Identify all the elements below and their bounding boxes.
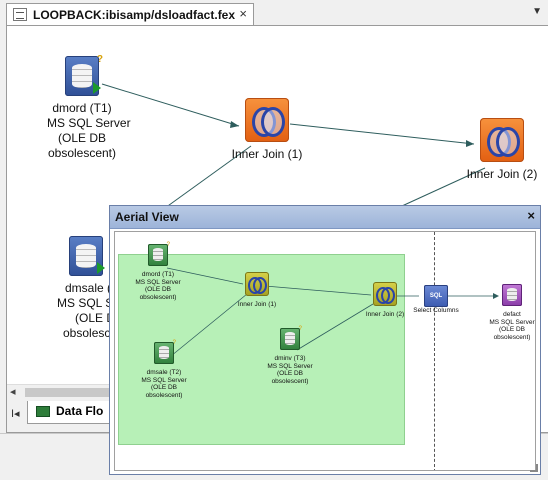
node-label: dmord (T1)	[52, 101, 112, 115]
mini-node-join2[interactable]: Inner Join (2)	[359, 282, 411, 319]
mini-node-label: (OLE DB	[150, 384, 177, 391]
mini-node-label: (OLE DB	[498, 326, 525, 333]
mini-node-target[interactable]: defact MS SQL Server (OLE DB obsolescent…	[489, 284, 535, 341]
database-table-icon	[69, 236, 105, 276]
node-label: (OLE DB	[57, 131, 106, 145]
mini-node-label: (OLE DB	[276, 370, 303, 377]
connector-join1-join2	[289, 123, 475, 145]
scrollbar-thumb[interactable]	[25, 388, 117, 397]
aerial-view-panel[interactable]: Aerial View × ? dmord (T1) MS SQL Server…	[109, 205, 541, 475]
mini-node-dminv[interactable]: ? dminv (T3) MS SQL Server (OLE DB obsol…	[265, 326, 315, 385]
tab-data-flow-label: Data Flo	[56, 404, 104, 418]
inner-join-icon	[245, 98, 289, 142]
mini-node-label: MS SQL Server	[489, 318, 535, 326]
inner-join-icon	[373, 282, 397, 306]
node-label: obsolescent)	[47, 146, 117, 160]
mini-node-label: MS SQL Server	[141, 376, 187, 384]
document-icon	[13, 8, 27, 21]
scroll-left-icon[interactable]: ◂	[10, 385, 16, 398]
key-icon: ?	[96, 54, 103, 65]
target-table-icon	[502, 284, 522, 306]
mini-node-select-columns[interactable]: SQL Select Columns	[411, 284, 461, 315]
mini-node-dmsale[interactable]: ? dmsale (T2) MS SQL Server (OLE DB obso…	[139, 340, 189, 399]
node-join2[interactable]: Inner Join (2)	[462, 118, 542, 182]
database-table-icon: ?	[280, 326, 302, 350]
horizontal-scrollbar[interactable]: ◂	[7, 384, 117, 400]
tab-list-dropdown-icon[interactable]: ▼	[532, 6, 542, 17]
node-dmord[interactable]: ? dmord (T1) MS SQL Server (OLE DB obsol…	[47, 54, 131, 161]
aerial-view-body[interactable]: ? dmord (T1) MS SQL Server (OLE DB obsol…	[114, 231, 536, 471]
sql-select-icon: SQL	[424, 285, 448, 307]
mini-node-label: dminv (T3)	[274, 355, 306, 362]
database-table-icon: ?	[154, 340, 176, 364]
node-label: Inner Join (1)	[231, 147, 303, 161]
resize-grip-icon[interactable]	[530, 464, 538, 472]
node-join1[interactable]: Inner Join (1)	[227, 98, 307, 162]
database-table-icon: ?	[65, 54, 103, 96]
node-label: Inner Join (2)	[466, 167, 538, 181]
document-tab-strip: LOOPBACK:ibisamp/dsloadfact.fex × ▼	[0, 0, 548, 26]
node-label: MS SQL Server	[47, 116, 131, 130]
mini-node-label: obsolescent)	[139, 293, 177, 301]
mini-node-label: Inner Join (2)	[365, 311, 405, 318]
database-table-icon: ?	[148, 242, 170, 266]
mini-node-label: obsolescent)	[271, 377, 309, 385]
document-tab-title: LOOPBACK:ibisamp/dsloadfact.fex	[33, 8, 236, 22]
aerial-view-title: Aerial View	[115, 210, 179, 224]
mini-node-label: MS SQL Server	[135, 278, 181, 286]
mini-node-label: obsolescent)	[493, 333, 531, 341]
mini-node-label: dmsale (T2)	[146, 369, 182, 376]
first-tab-icon[interactable]: I◂	[11, 407, 20, 420]
document-tab[interactable]: LOOPBACK:ibisamp/dsloadfact.fex ×	[6, 3, 254, 25]
data-flow-icon	[36, 406, 50, 417]
mini-node-label: (OLE DB	[144, 286, 171, 293]
mini-node-label: obsolescent)	[145, 391, 183, 399]
close-tab-icon[interactable]: ×	[239, 6, 247, 21]
mini-node-label: MS SQL Server	[267, 362, 313, 370]
mini-node-label: defact	[503, 311, 521, 318]
bottom-tab-strip: I◂ Data Flo	[7, 399, 125, 432]
aerial-view-titlebar[interactable]: Aerial View ×	[110, 206, 540, 229]
inner-join-icon	[480, 118, 524, 162]
mini-node-label: Inner Join (1)	[237, 301, 277, 308]
mini-node-dmord[interactable]: ? dmord (T1) MS SQL Server (OLE DB obsol…	[133, 242, 183, 301]
aerial-close-icon[interactable]: ×	[527, 208, 535, 223]
mini-node-label: Select Columns	[413, 307, 459, 314]
mini-node-join1[interactable]: Inner Join (1)	[231, 272, 283, 309]
mini-node-label: dmord (T1)	[141, 271, 175, 278]
inner-join-icon	[245, 272, 269, 296]
